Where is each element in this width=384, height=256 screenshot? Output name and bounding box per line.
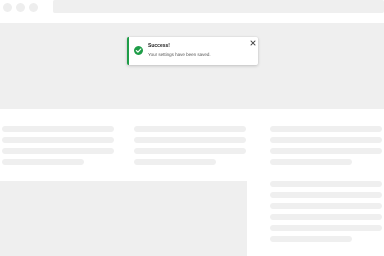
window-control-close[interactable] bbox=[3, 3, 12, 12]
skeleton-line bbox=[270, 126, 382, 132]
skeleton-line bbox=[270, 159, 352, 165]
skeleton-line bbox=[134, 148, 246, 154]
address-bar[interactable] bbox=[53, 0, 384, 13]
toast-message: Your settings have been saved. bbox=[148, 52, 211, 57]
check-circle-icon bbox=[134, 46, 143, 55]
skeleton-line bbox=[2, 148, 114, 154]
skeleton-line bbox=[270, 181, 382, 187]
skeleton-line bbox=[134, 159, 216, 165]
app-window: Success! Your settings have been saved. bbox=[0, 0, 384, 256]
skeleton-line bbox=[134, 126, 246, 132]
skeleton-line bbox=[2, 137, 114, 143]
close-icon[interactable] bbox=[250, 40, 256, 46]
toast-title: Success! bbox=[148, 43, 170, 49]
skeleton-line bbox=[270, 225, 382, 231]
skeleton-line bbox=[270, 214, 382, 220]
hero-banner-placeholder bbox=[0, 23, 384, 109]
skeleton-line bbox=[270, 192, 382, 198]
window-control-maximize[interactable] bbox=[29, 3, 38, 12]
skeleton-line bbox=[270, 236, 352, 242]
check-mark-icon bbox=[135, 48, 142, 53]
success-toast: Success! Your settings have been saved. bbox=[127, 37, 258, 65]
skeleton-line bbox=[2, 159, 84, 165]
content-panel-placeholder bbox=[0, 181, 247, 256]
skeleton-line bbox=[2, 126, 114, 132]
skeleton-line bbox=[270, 137, 382, 143]
skeleton-line bbox=[134, 137, 246, 143]
skeleton-line bbox=[270, 203, 382, 209]
skeleton-line bbox=[270, 148, 382, 154]
window-control-minimize[interactable] bbox=[16, 3, 25, 12]
